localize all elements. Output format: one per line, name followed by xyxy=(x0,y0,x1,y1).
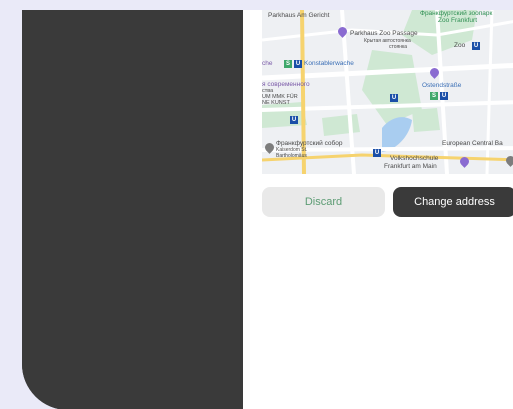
map-label-konstablerwache: Konstablerwache xyxy=(304,60,354,67)
map-label-cathedral-de2: Bartholomäus xyxy=(276,153,307,159)
map-label-parkhaus-zoo-passage: Parkhaus Zoo Passage xyxy=(350,30,418,37)
s-bahn-ostend-icon: S xyxy=(430,92,438,100)
u-bahn-mid-icon: U xyxy=(390,94,398,102)
s-bahn-icon: S xyxy=(284,60,292,68)
map-label-zoo-frankfurt: Zoo Frankfurt xyxy=(438,17,478,24)
map-label-frankfurt: Frankfurt am Main xyxy=(384,163,437,170)
u-bahn-left-icon: U xyxy=(290,116,298,124)
dark-side-panel xyxy=(22,10,243,409)
change-address-button[interactable]: Change address xyxy=(393,187,513,217)
map-label-ecb: European Central Ba xyxy=(442,140,503,147)
device-frame: Parkhaus Am Gericht Франкфуртский зоопар… xyxy=(22,10,513,409)
address-actions: Discard Change address xyxy=(262,187,513,217)
location-map[interactable]: Parkhaus Am Gericht Франкфуртский зоопар… xyxy=(262,10,513,174)
map-label-museum-kunst: NE KUNST xyxy=(262,100,290,106)
map-label-parkhaus-am-gericht: Parkhaus Am Gericht xyxy=(268,12,330,19)
map-label-zoo: Zoo xyxy=(454,42,466,49)
u-bahn-konstablerwache-icon: U xyxy=(294,60,302,68)
u-bahn-icon: U xyxy=(472,42,480,50)
discard-button[interactable]: Discard xyxy=(262,187,385,217)
map-label-ostendstrasse: Ostendstraße xyxy=(422,82,462,89)
u-bahn-volks-icon: U xyxy=(373,149,381,157)
map-label-che: che xyxy=(262,60,273,67)
map-label-parking-note2: стоянка xyxy=(389,44,408,50)
u-bahn-ostend-icon: U xyxy=(440,92,448,100)
page-background: Parkhaus Am Gericht Франкфуртский зоопар… xyxy=(0,0,513,409)
map-label-volkshochschule: Volkshochschule xyxy=(390,155,439,162)
content-panel: Parkhaus Am Gericht Франкфуртский зоопар… xyxy=(243,10,513,409)
